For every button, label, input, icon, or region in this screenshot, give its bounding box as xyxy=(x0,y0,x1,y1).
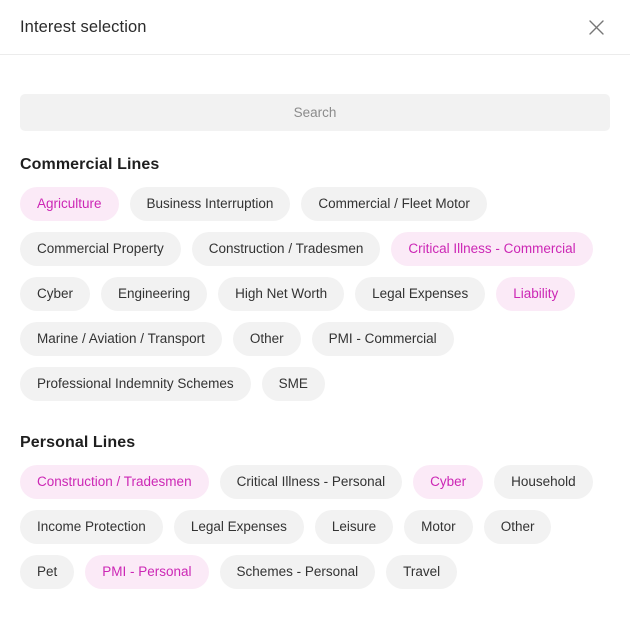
interest-chip[interactable]: Leisure xyxy=(314,510,394,544)
interest-chip[interactable]: Legal Expenses xyxy=(173,510,304,544)
modal-header: Interest selection xyxy=(0,0,630,55)
interest-chip[interactable]: Agriculture xyxy=(20,187,119,221)
interest-chip[interactable]: Cyber xyxy=(20,277,91,311)
interest-section: Personal Lines Construction / Tradesmen Cr… xyxy=(20,435,610,589)
interest-chip[interactable]: Business Interruption xyxy=(129,187,291,221)
interest-chip[interactable]: Other xyxy=(483,510,552,544)
interest-chip[interactable]: High Net Worth xyxy=(218,277,345,311)
interest-chip[interactable]: Commercial / Fleet Motor xyxy=(301,187,487,221)
interest-chip[interactable]: PMI - Commercial xyxy=(311,322,454,356)
interest-sections: Commercial Lines Agriculture Business Inte… xyxy=(20,157,610,589)
interest-chip[interactable]: Income Protection xyxy=(20,510,163,544)
chip-group: Agriculture Business Interruption Commerci… xyxy=(20,187,610,401)
section-title: Personal Lines xyxy=(20,434,136,451)
interest-chip[interactable]: Critical Illness - Personal xyxy=(219,465,403,499)
interest-chip[interactable]: Schemes - Personal xyxy=(219,555,376,589)
interest-chip[interactable]: Construction / Tradesmen xyxy=(20,465,209,499)
section-title: Commercial Lines xyxy=(20,156,160,173)
interest-chip[interactable]: Engineering xyxy=(101,277,208,311)
interest-selection-modal: Interest selection Commercial Lines Agric… xyxy=(0,0,630,634)
search-input[interactable] xyxy=(20,94,610,131)
chip-group: Construction / Tradesmen Critical Illness… xyxy=(20,465,610,589)
close-button[interactable] xyxy=(582,13,610,41)
interest-chip[interactable]: Pet xyxy=(20,555,75,589)
interest-chip[interactable]: Legal Expenses xyxy=(355,277,486,311)
interest-chip[interactable]: Cyber xyxy=(413,465,484,499)
interest-chip[interactable]: SME xyxy=(261,367,325,401)
interest-chip[interactable]: Household xyxy=(494,465,593,499)
interest-chip[interactable]: PMI - Personal xyxy=(85,555,209,589)
interest-chip[interactable]: Liability xyxy=(496,277,576,311)
close-icon xyxy=(588,19,605,36)
modal-body: Commercial Lines Agriculture Business Inte… xyxy=(0,55,630,634)
search-container xyxy=(20,55,610,131)
interest-chip[interactable]: Other xyxy=(232,322,301,356)
interest-chip[interactable]: Motor xyxy=(404,510,473,544)
page-title: Interest selection xyxy=(20,17,147,36)
interest-chip[interactable]: Critical Illness - Commercial xyxy=(391,232,593,266)
interest-chip[interactable]: Marine / Aviation / Transport xyxy=(20,322,222,356)
interest-chip[interactable]: Construction / Tradesmen xyxy=(191,232,381,266)
interest-chip[interactable]: Professional Indemnity Schemes xyxy=(20,367,251,401)
interest-chip[interactable]: Travel xyxy=(386,555,458,589)
interest-section: Commercial Lines Agriculture Business Inte… xyxy=(20,157,610,401)
interest-chip[interactable]: Commercial Property xyxy=(20,232,181,266)
